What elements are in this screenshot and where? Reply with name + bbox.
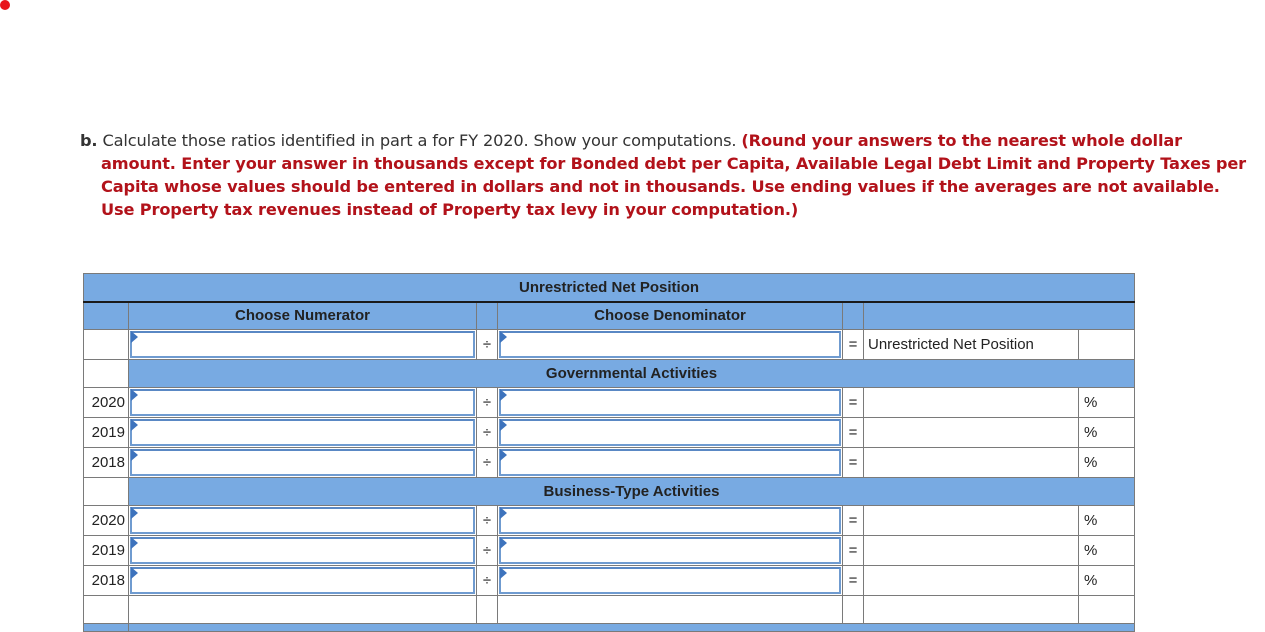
divide-symbol: ÷ — [476, 447, 498, 478]
numerator-input[interactable] — [130, 419, 475, 446]
dropdown-flag-icon — [131, 567, 138, 579]
percent-unit: % — [1077, 417, 1136, 448]
dropdown-flag-icon — [500, 537, 507, 549]
dropdown-flag-icon — [131, 389, 138, 401]
numerator-field[interactable] — [132, 421, 473, 444]
table-row: 2018 ÷ = % — [83, 447, 1136, 478]
numerator-field[interactable] — [132, 539, 473, 562]
denominator-input[interactable] — [499, 389, 841, 416]
result-label: Unrestricted Net Position — [863, 329, 1079, 360]
dropdown-flag-icon — [131, 449, 138, 461]
table-row: 2019 ÷ = % — [83, 417, 1136, 448]
divide-symbol: ÷ — [476, 329, 498, 360]
next-section-strip — [83, 623, 1136, 632]
table-row: 2019 ÷ = % — [83, 535, 1136, 566]
denominator-header: Choose Denominator — [497, 301, 843, 330]
percent-unit: % — [1077, 447, 1136, 478]
numerator-input[interactable] — [130, 389, 475, 416]
equals-symbol: = — [842, 535, 864, 566]
dropdown-flag-icon — [500, 449, 507, 461]
dropdown-flag-icon — [500, 567, 507, 579]
table-row: 2020 ÷ = % — [83, 387, 1136, 418]
denominator-field[interactable] — [501, 539, 839, 562]
dropdown-flag-icon — [500, 389, 507, 401]
numerator-input[interactable] — [130, 537, 475, 564]
dropdown-flag-icon — [131, 537, 138, 549]
equals-symbol: = — [842, 505, 864, 536]
table-title: Unrestricted Net Position — [82, 273, 1136, 303]
year-label: 2020 — [83, 505, 129, 536]
question-text: Calculate those ratios identified in par… — [102, 131, 737, 150]
denominator-field[interactable] — [501, 569, 839, 592]
result-cell[interactable] — [863, 417, 1079, 448]
dropdown-flag-icon — [131, 331, 138, 343]
year-label: 2018 — [83, 447, 129, 478]
denominator-input[interactable] — [499, 507, 841, 534]
empty-row — [83, 595, 1136, 624]
column-header-row: Choose Numerator Choose Denominator — [83, 301, 1136, 330]
divide-symbol: ÷ — [476, 535, 498, 566]
equals-symbol: = — [842, 565, 864, 596]
result-cell[interactable] — [863, 387, 1079, 418]
dropdown-flag-icon — [131, 507, 138, 519]
equals-symbol: = — [842, 447, 864, 478]
equals-symbol: = — [842, 329, 864, 360]
formula-row: ÷ = Unrestricted Net Position — [83, 329, 1136, 360]
equals-symbol: = — [842, 387, 864, 418]
numerator-field[interactable] — [132, 569, 473, 592]
table-row: 2018 ÷ = % — [83, 565, 1136, 596]
percent-unit: % — [1077, 387, 1136, 418]
dropdown-flag-icon — [500, 419, 507, 431]
percent-unit: % — [1077, 565, 1136, 596]
equals-symbol: = — [842, 417, 864, 448]
numerator-header: Choose Numerator — [128, 301, 477, 330]
denominator-input[interactable] — [499, 537, 841, 564]
numerator-field[interactable] — [132, 451, 473, 474]
table-title-row: Unrestricted Net Position — [82, 273, 1136, 303]
result-cell[interactable] — [863, 535, 1079, 566]
dropdown-flag-icon — [500, 507, 507, 519]
section-header-row: Governmental Activities — [83, 359, 1136, 388]
denominator-input[interactable] — [499, 419, 841, 446]
year-label: 2019 — [83, 417, 129, 448]
section-title-business-type: Business-Type Activities — [127, 477, 1136, 506]
denominator-input[interactable] — [499, 567, 841, 594]
denominator-select[interactable] — [501, 333, 839, 356]
denominator-field[interactable] — [501, 509, 839, 532]
numerator-field[interactable] — [132, 391, 473, 414]
denominator-field[interactable] — [501, 421, 839, 444]
denominator-input[interactable] — [499, 449, 841, 476]
result-cell[interactable] — [863, 505, 1079, 536]
year-label: 2019 — [83, 535, 129, 566]
denominator-dropdown[interactable] — [499, 331, 841, 358]
numerator-dropdown[interactable] — [130, 331, 475, 358]
ratio-worksheet-table: Unrestricted Net Position Choose Numerat… — [82, 273, 1136, 632]
percent-unit: % — [1077, 535, 1136, 566]
year-label: 2020 — [83, 387, 129, 418]
year-label: 2018 — [83, 565, 129, 596]
result-cell[interactable] — [863, 447, 1079, 478]
numerator-field[interactable] — [132, 509, 473, 532]
dropdown-flag-icon — [500, 331, 507, 343]
denominator-field[interactable] — [501, 391, 839, 414]
record-indicator-dot — [0, 0, 10, 10]
divide-symbol: ÷ — [476, 387, 498, 418]
divide-symbol: ÷ — [476, 417, 498, 448]
section-header-row: Business-Type Activities — [83, 477, 1136, 506]
divide-symbol: ÷ — [476, 505, 498, 536]
dropdown-flag-icon — [131, 419, 138, 431]
numerator-select[interactable] — [132, 333, 473, 356]
numerator-input[interactable] — [130, 449, 475, 476]
section-title-governmental: Governmental Activities — [127, 359, 1136, 388]
part-label: b. — [80, 131, 98, 150]
percent-unit: % — [1077, 505, 1136, 536]
numerator-input[interactable] — [130, 507, 475, 534]
divide-symbol: ÷ — [476, 565, 498, 596]
denominator-field[interactable] — [501, 451, 839, 474]
result-cell[interactable] — [863, 565, 1079, 596]
table-row: 2020 ÷ = % — [83, 505, 1136, 536]
question-instructions: b. Calculate those ratios identified in … — [80, 129, 1250, 221]
numerator-input[interactable] — [130, 567, 475, 594]
